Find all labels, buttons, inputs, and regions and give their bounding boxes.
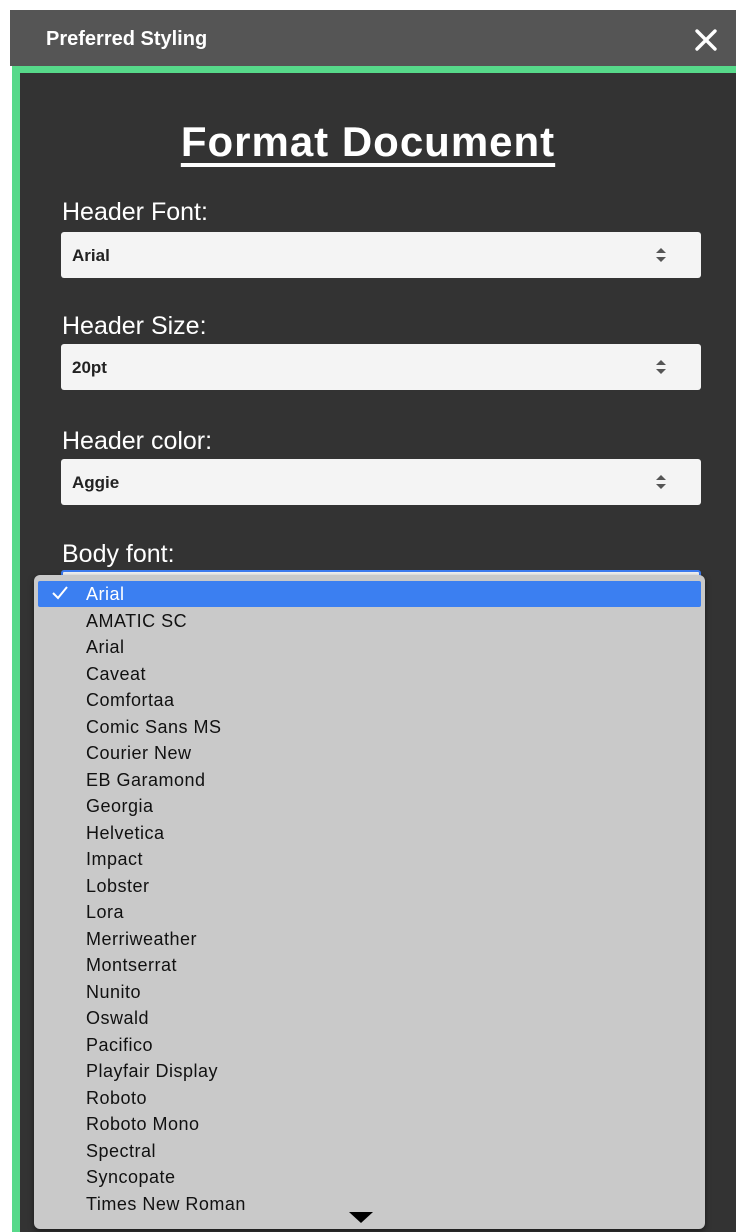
font-option-label: Playfair Display	[86, 1061, 219, 1081]
header-font-value: Arial	[72, 246, 110, 265]
scroll-down-arrow-icon[interactable]	[349, 1212, 373, 1223]
font-option-label: EB Garamond	[86, 769, 206, 790]
font-option[interactable]: AMATIC SC	[34, 608, 705, 634]
font-option-label: Arial	[86, 584, 125, 604]
font-option-label: Merriweather	[86, 928, 198, 949]
page-title: Format Document	[180, 118, 556, 165]
font-option-label: Oswald	[86, 1008, 150, 1028]
font-option-selected[interactable]: Arial	[38, 581, 701, 607]
font-option[interactable]: Merriweather	[34, 926, 705, 952]
font-option[interactable]: Lora	[34, 899, 705, 925]
font-option-label: Comic Sans MS	[86, 716, 222, 737]
font-option-label: Courier New	[86, 743, 192, 763]
preferred-styling-dialog: Preferred Styling Format Document Header…	[0, 0, 736, 1232]
dialog-titlebar: Preferred Styling	[10, 10, 736, 66]
font-option[interactable]: Comic Sans MS	[34, 714, 705, 740]
font-option[interactable]: Playfair Display	[34, 1058, 705, 1084]
header-color-value: Aggie	[72, 473, 120, 492]
select-updown-icon	[656, 360, 666, 374]
font-option-label: AMATIC SC	[86, 610, 188, 631]
header-font-label: Header Font:	[62, 198, 208, 226]
font-option-label: Caveat	[86, 663, 147, 684]
header-color-select[interactable]: Aggie	[61, 459, 701, 505]
font-option-label: Times New Roman	[86, 1193, 246, 1214]
font-option[interactable]: Georgia	[34, 793, 705, 819]
font-option[interactable]: Caveat	[34, 661, 705, 687]
dialog-title: Preferred Styling	[46, 28, 208, 50]
checkmark-icon	[52, 586, 68, 600]
font-option-label: Pacifico	[86, 1034, 154, 1055]
body-font-label: Body font:	[62, 540, 175, 568]
close-button[interactable]	[688, 22, 724, 58]
font-option-label: Montserrat	[86, 955, 178, 975]
font-option-label: Lobster	[86, 875, 150, 896]
font-option[interactable]: EB Garamond	[34, 767, 705, 793]
body-font-dropdown-list[interactable]: Arial AMATIC SC Arial Caveat Comfortaa Comic …	[34, 575, 705, 1229]
font-option-label: Arial	[86, 637, 125, 657]
font-option[interactable]: Spectral	[34, 1138, 705, 1164]
font-option-label: Comfortaa	[86, 690, 175, 710]
font-option[interactable]: Comfortaa	[34, 687, 705, 713]
close-icon	[695, 29, 717, 51]
font-option[interactable]: Courier New	[34, 740, 705, 766]
font-option[interactable]: Nunito	[34, 979, 705, 1005]
font-option[interactable]: Arial	[34, 634, 705, 660]
font-option-label: Helvetica	[86, 822, 165, 843]
font-option-label: Roboto	[86, 1087, 148, 1108]
select-updown-icon	[656, 248, 666, 262]
font-option-label: Nunito	[86, 981, 142, 1002]
font-option[interactable]: Roboto Mono	[34, 1111, 705, 1137]
font-option[interactable]: Helvetica	[34, 820, 705, 846]
header-size-label: Header Size:	[62, 312, 207, 340]
font-option-label: Spectral	[86, 1140, 157, 1161]
font-option[interactable]: Pacifico	[34, 1032, 705, 1058]
header-size-value: 20pt	[72, 358, 107, 377]
font-option-label: Georgia	[86, 796, 154, 816]
select-updown-icon	[656, 475, 666, 489]
header-font-select[interactable]: Arial	[61, 232, 701, 278]
font-option[interactable]: Lobster	[34, 873, 705, 899]
font-option[interactable]: Montserrat	[34, 952, 705, 978]
font-option-label: Impact	[86, 849, 144, 869]
font-option[interactable]: Impact	[34, 846, 705, 872]
header-color-label: Header color:	[62, 427, 213, 455]
font-option-label: Syncopate	[86, 1167, 176, 1187]
font-option[interactable]: Syncopate	[34, 1164, 705, 1190]
font-option-label: Lora	[86, 902, 125, 922]
header-size-select[interactable]: 20pt	[61, 344, 701, 390]
font-option[interactable]: Roboto	[34, 1085, 705, 1111]
font-option[interactable]: Oswald	[34, 1005, 705, 1031]
font-option-label: Roboto Mono	[86, 1114, 200, 1134]
